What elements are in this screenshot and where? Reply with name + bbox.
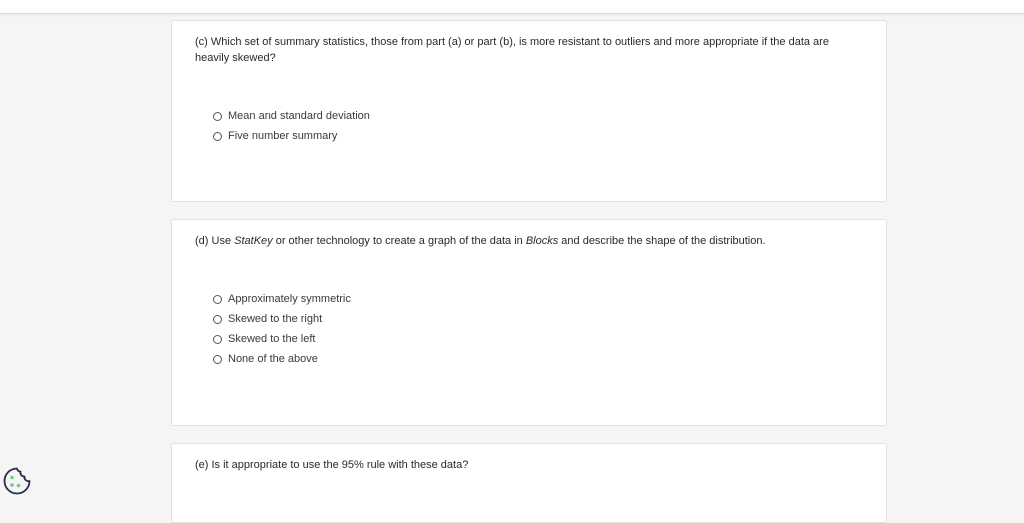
option-label: Approximately symmetric [228, 293, 351, 305]
cookie-settings-icon [3, 467, 31, 495]
radio-unselected-icon[interactable] [213, 111, 222, 121]
question-d-text-before: (d) Use [195, 235, 235, 247]
option-skewed-to-the-right[interactable]: Skewed to the right [213, 309, 351, 329]
question-d-italic-blocks: Blocks [525, 235, 559, 247]
option-five-number-summary[interactable]: Five number summary [213, 126, 370, 146]
option-mean-and-standard-deviation[interactable]: Mean and standard deviation [213, 106, 370, 126]
question-c-text: (c) Which set of summary statistics, tho… [195, 36, 829, 64]
question-d-italic-statkey: StatKey [234, 235, 273, 247]
option-skewed-to-the-left[interactable]: Skewed to the left [213, 329, 351, 349]
option-label: Skewed to the left [228, 333, 316, 345]
question-d-text-middle: or other technology to create a graph of… [272, 235, 526, 247]
radio-unselected-icon[interactable] [213, 131, 222, 141]
question-c-options: Mean and standard deviation Five number … [213, 106, 370, 146]
radio-unselected-icon[interactable] [213, 334, 222, 344]
cookie-settings-button[interactable] [2, 466, 32, 496]
option-approximately-symmetric[interactable]: Approximately symmetric [213, 289, 351, 309]
option-label: Mean and standard deviation [228, 110, 370, 122]
option-label: Five number summary [228, 130, 338, 142]
top-header-bar [0, 0, 1024, 14]
question-card-e: (e) Is it appropriate to use the 95% rul… [171, 443, 887, 523]
option-label: None of the above [228, 353, 318, 365]
option-label: Skewed to the right [228, 313, 323, 325]
radio-unselected-icon[interactable] [213, 294, 222, 304]
question-d-text: (d) Use StatKey or other technology to c… [195, 233, 856, 249]
radio-unselected-icon[interactable] [213, 314, 222, 324]
radio-unselected-icon[interactable] [213, 354, 222, 364]
question-d-options: Approximately symmetric Skewed to the ri… [213, 289, 351, 369]
question-card-d: (d) Use StatKey or other technology to c… [171, 219, 887, 426]
question-d-text-after: and describe the shape of the distributi… [558, 235, 766, 247]
option-none-of-the-above[interactable]: None of the above [213, 349, 351, 369]
question-e-text: (e) Is it appropriate to use the 95% rul… [195, 459, 469, 471]
question-card-c: (c) Which set of summary statistics, tho… [171, 20, 887, 202]
